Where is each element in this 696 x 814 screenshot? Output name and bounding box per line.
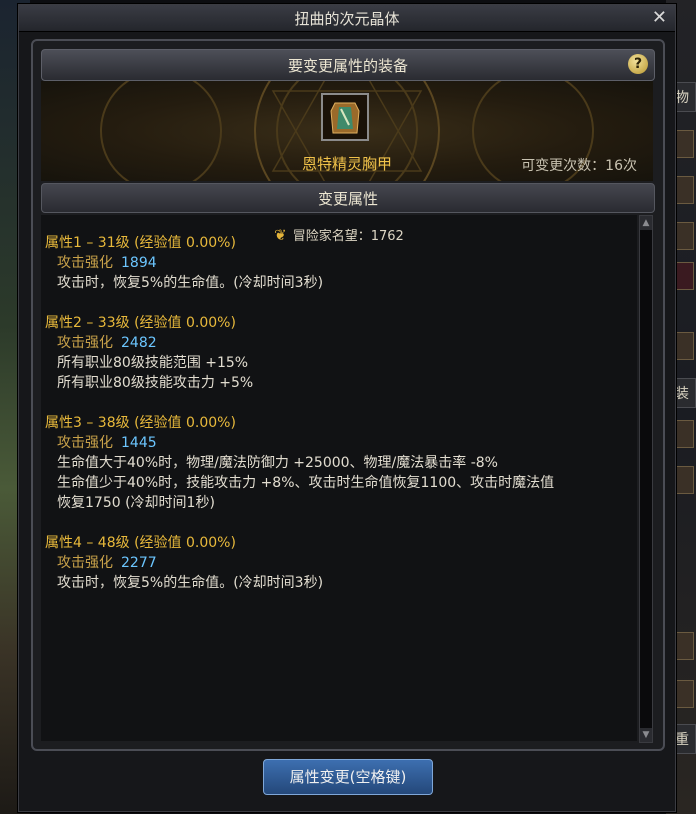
- attribute-title: 属性4 – 48级 (经验值 0.00%): [45, 535, 236, 551]
- side-tab-label: 重: [675, 732, 689, 748]
- attribute-effect-text: 生命值大于40%时，物理/魔法防御力 +25000、物理/魔法暴击率 -8%: [57, 455, 498, 471]
- attribute-title: 属性3 – 38级 (经验值 0.00%): [45, 415, 236, 431]
- attack-boost-value: 1894: [121, 255, 157, 271]
- equipment-display: 恩特精灵胸甲 可变更次数：16次: [41, 81, 653, 181]
- attack-boost-line: 攻击强化 1894: [45, 253, 633, 273]
- attribute-title: 属性2 – 33级 (经验值 0.00%): [45, 315, 236, 331]
- attribute-effect-text: 所有职业80级技能攻击力 +5%: [57, 375, 254, 391]
- attribute-effect-text: 恢复1750 (冷却时间1秒): [57, 495, 215, 511]
- attack-boost-line: 攻击强化 2277: [45, 553, 633, 573]
- equipment-header: 要变更属性的装备: [287, 57, 408, 75]
- change-attribute-header-bar: 变更属性: [41, 183, 655, 213]
- window-titlebar[interactable]: 扭曲的次元晶体 ✕: [19, 5, 675, 32]
- attribute-effect-text: 攻击时，恢复5%的生命值。(冷却时间3秒): [57, 275, 324, 291]
- attribute-scrollbar[interactable]: ▲ ▼: [639, 215, 653, 743]
- dimension-crystal-window: 扭曲的次元晶体 ✕ 要变更属性的装备 ? 恩特精灵胸甲 可变更次数：16次 变更…: [18, 4, 676, 812]
- chest-armor-icon: [323, 95, 367, 139]
- attribute-block: 属性4 – 48级 (经验值 0.00%) 攻击强化 2277 攻击时，恢复5%的生命…: [45, 533, 633, 593]
- attribute-block: 属性2 – 33级 (经验值 0.00%) 攻击强化 2482 所有职业80级技能范围…: [45, 313, 633, 393]
- attack-boost-value: 1445: [121, 435, 157, 451]
- attack-boost-label: 攻击强化: [57, 555, 113, 571]
- scroll-up-icon[interactable]: ▲: [640, 216, 652, 230]
- attack-boost-label: 攻击强化: [57, 435, 113, 451]
- side-tab-label: 装: [675, 386, 689, 402]
- side-tab-label: 物: [675, 90, 689, 106]
- change-attribute-button[interactable]: 属性变更(空格键): [263, 759, 433, 795]
- attribute-effect-text: 生命值少于40%时，技能攻击力 +8%、攻击时生命值恢复1100、攻击时魔法值: [57, 475, 555, 491]
- change-attribute-header: 变更属性: [317, 190, 378, 208]
- equipment-item-slot[interactable]: [321, 93, 369, 141]
- window-title: 扭曲的次元晶体: [294, 10, 400, 28]
- attack-boost-label: 攻击强化: [57, 335, 113, 351]
- attack-boost-line: 攻击强化 1445: [45, 433, 633, 453]
- change-count: 可变更次数：16次: [521, 158, 637, 174]
- attribute-block: 属性3 – 38级 (经验值 0.00%) 攻击强化 1445 生命值大于40%时，物…: [45, 413, 633, 513]
- attack-boost-value: 2482: [121, 335, 157, 351]
- equipment-header-bar: 要变更属性的装备 ?: [41, 49, 655, 81]
- attribute-list: ❦ 冒险家名望：1762 属性1 – 31级 (经验值 0.00%) 攻击强化 189…: [41, 215, 637, 741]
- help-icon[interactable]: ?: [628, 54, 648, 74]
- main-panel: 要变更属性的装备 ? 恩特精灵胸甲 可变更次数：16次 变更属性 ❦ 冒险家名望…: [31, 39, 665, 751]
- close-icon[interactable]: ✕: [652, 7, 667, 28]
- attack-boost-label: 攻击强化: [57, 255, 113, 271]
- attribute-effect-text: 攻击时，恢复5%的生命值。(冷却时间3秒): [57, 575, 324, 591]
- attack-boost-value: 2277: [121, 555, 157, 571]
- attribute-effect-text: 所有职业80级技能范围 +15%: [57, 355, 249, 371]
- attribute-title: 属性1 – 31级 (经验值 0.00%): [45, 235, 236, 251]
- scroll-down-icon[interactable]: ▼: [640, 728, 652, 742]
- attack-boost-line: 攻击强化 2482: [45, 333, 633, 353]
- attribute-block: 属性1 – 31级 (经验值 0.00%) 攻击强化 1894 攻击时，恢复5%的生命…: [45, 233, 633, 293]
